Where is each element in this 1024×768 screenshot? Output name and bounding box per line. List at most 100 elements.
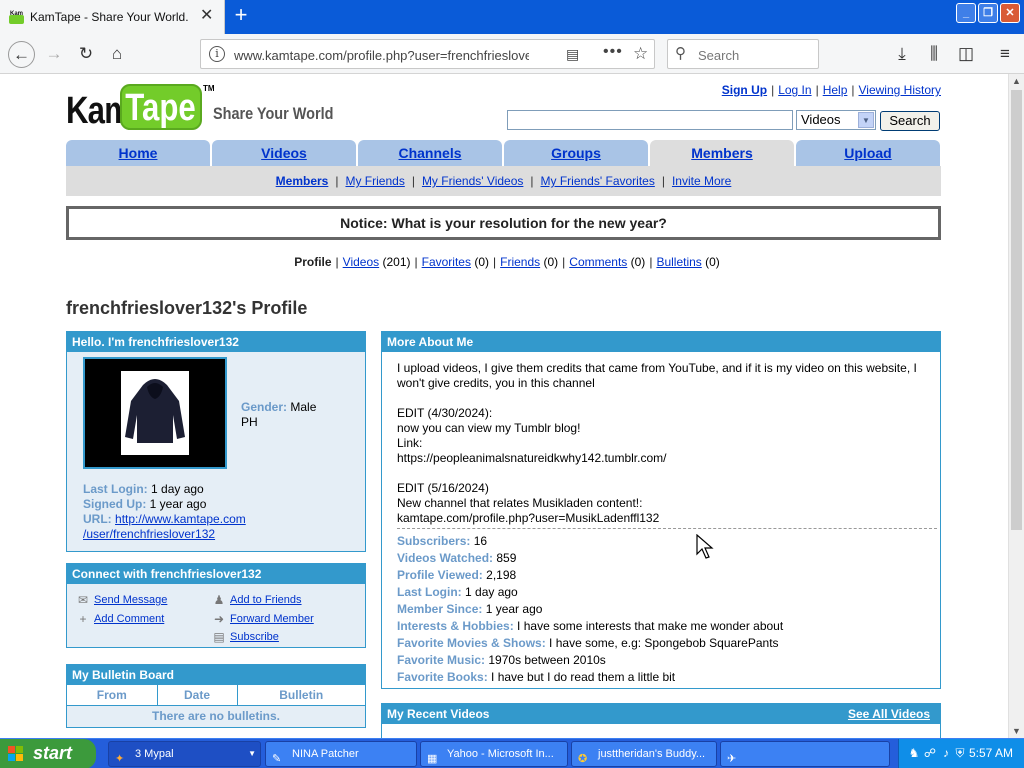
logo-trademark: TM [203,84,215,93]
gender-info: Gender: Male PH [241,400,316,430]
subnav-members[interactable]: Members [276,174,329,188]
scroll-down-icon[interactable]: ▼ [1012,726,1021,736]
window-maximize-button[interactable]: ❐ [978,3,998,23]
signup-link[interactable]: Sign Up [722,83,767,97]
separator: | [493,255,497,269]
hamburger-menu-icon[interactable]: ≡ [993,42,1017,66]
site-search-input[interactable] [507,110,793,130]
tab-upload[interactable]: Upload [796,140,940,166]
forward-arrow-icon[interactable]: → [42,42,66,66]
url-bar[interactable]: i www.kamtape.com/profile.php?user=frenc… [200,39,655,69]
window-minimize-button[interactable]: _ [956,3,976,23]
login-link[interactable]: Log In [778,83,811,97]
taskbar-item-label: justtheridan's Buddy... [598,748,706,760]
sidebar-icon[interactable]: ◫ [954,42,978,66]
help-link[interactable]: Help [823,83,848,97]
home-icon[interactable]: ⌂ [105,42,129,66]
logo-tape-badge: Tape [120,84,202,130]
profilenav-favorites[interactable]: Favorites [422,255,471,269]
add-comment-link[interactable]: Add Comment [94,613,164,625]
stat-row: Favorite Books: I have but I do read the… [397,669,783,686]
stat-row: Favorite Movies & Shows: I have some, e.… [397,635,783,652]
browser-search-input[interactable]: ⚲ Search [667,39,819,69]
stat-row: Videos Watched: 859 [397,550,783,567]
subnav-friends-favorites[interactable]: My Friends' Favorites [541,174,655,188]
window-close-button[interactable]: ✕ [1000,3,1020,23]
profilenav-bulletins[interactable]: Bulletins [656,255,701,269]
hoodie-icon [125,379,185,443]
hello-header: Hello. I'm frenchfrieslover132 [67,332,365,352]
tab-videos[interactable]: Videos [212,140,356,166]
tab-members[interactable]: Members [650,140,794,166]
main-tabs: Home Videos Channels Groups Members Uplo… [66,140,941,166]
tab-members-label[interactable]: Members [691,145,752,161]
viewing-history-link[interactable]: Viewing History [859,83,941,97]
subnav-friends-videos[interactable]: My Friends' Videos [422,174,523,188]
info-icon[interactable]: i [209,46,225,62]
subnav-my-friends[interactable]: My Friends [345,174,404,188]
stat-label: Interests & Hobbies: [397,619,514,633]
taskbar-item-internet-explorer[interactable]: ▦ Yahoo - Microsoft In... [420,741,568,767]
scrollbar-thumb[interactable] [1011,90,1022,530]
bulletin-empty-message: There are no bulletins. [151,708,281,723]
tab-channels[interactable]: Channels [358,140,502,166]
send-message-link[interactable]: Send Message [94,594,167,606]
bookmark-star-icon[interactable]: ☆ [633,44,648,64]
back-arrow-icon[interactable]: ← [8,41,35,68]
tray-app-icon[interactable]: ♞ [907,746,921,760]
logo-tape-text: Tape [125,87,196,129]
tab-groups-label[interactable]: Groups [551,145,601,161]
taskbar-item-extra[interactable]: ✈ [720,741,890,767]
search-type-select[interactable]: Videos ▼ [796,110,876,130]
start-button[interactable]: start [0,739,96,768]
bulletin-header: My Bulletin Board [67,665,365,685]
site-search-button[interactable]: Search [880,111,940,131]
bulletin-table: From Date Bulletin There are no bulletin… [67,685,365,726]
profile-nav: Profile | Videos (201) | Favorites (0) | Frien… [0,255,1008,269]
scroll-up-icon[interactable]: ▲ [1012,76,1021,86]
profilenav-friends[interactable]: Friends [500,255,540,269]
subnav-invite-more[interactable]: Invite More [672,174,731,188]
profile-url-link-cont[interactable]: /user/frenchfrieslover132 [83,527,215,541]
windows-logo-icon [8,746,23,761]
taskbar-item-nina-patcher[interactable]: ✎ NINA Patcher [265,741,417,767]
last-login-value: 1 day ago [151,482,204,496]
new-tab-icon[interactable]: + [230,4,252,28]
profilenav-comments[interactable]: Comments [569,255,627,269]
favorites-count: (0) [474,255,489,269]
tab-close-icon[interactable]: ✕ [200,7,213,25]
download-icon[interactable]: ⤓ [890,42,914,66]
logo-slogan: Share Your World [213,104,334,123]
tray-volume-icon[interactable]: ♪ [939,746,953,760]
tab-channels-label[interactable]: Channels [398,145,461,161]
subscribe-link[interactable]: Subscribe [230,631,279,643]
forward-member-link[interactable]: Forward Member [230,613,314,625]
tab-upload-label[interactable]: Upload [844,145,891,161]
tab-home[interactable]: Home [66,140,210,166]
page-scrollbar[interactable]: ▲ ▼ [1008,74,1024,738]
gender-value: Male [290,400,317,414]
tray-network-icon[interactable]: ☍ [923,746,937,760]
taskbar-item-mypal[interactable]: ✦ 3 Mypal ▼ [108,741,261,767]
reader-view-icon[interactable]: ▤ [566,46,579,63]
avatar[interactable] [83,357,227,469]
stat-value: 2,198 [486,568,517,582]
tab-home-label[interactable]: Home [119,145,158,161]
chevron-down-icon[interactable]: ▼ [858,112,874,128]
reload-icon[interactable]: ↻ [74,42,98,66]
profile-url-link[interactable]: http://www.kamtape.com [115,512,246,526]
see-all-videos-link[interactable]: See All Videos [848,707,930,721]
browser-tab-active[interactable]: Kam KamTape - Share Your World. ✕ [0,0,225,34]
add-friends-link[interactable]: Add to Friends [230,594,302,606]
tab-videos-label[interactable]: Videos [261,145,307,161]
url-text[interactable]: www.kamtape.com/profile.php?user=frenchf… [234,48,529,63]
gender-label: Gender: [241,400,288,414]
stat-label: Favorite Books: [397,670,488,684]
taskbar-item-buddy[interactable]: ✪ justtheridan's Buddy... [571,741,717,767]
profilenav-videos[interactable]: Videos [343,255,379,269]
tab-groups[interactable]: Groups [504,140,648,166]
more-icon[interactable]: ••• [603,43,623,61]
separator: | [771,83,775,97]
tray-security-icon[interactable]: ⛨ [953,746,967,760]
library-icon[interactable]: ⫼ [922,42,946,66]
